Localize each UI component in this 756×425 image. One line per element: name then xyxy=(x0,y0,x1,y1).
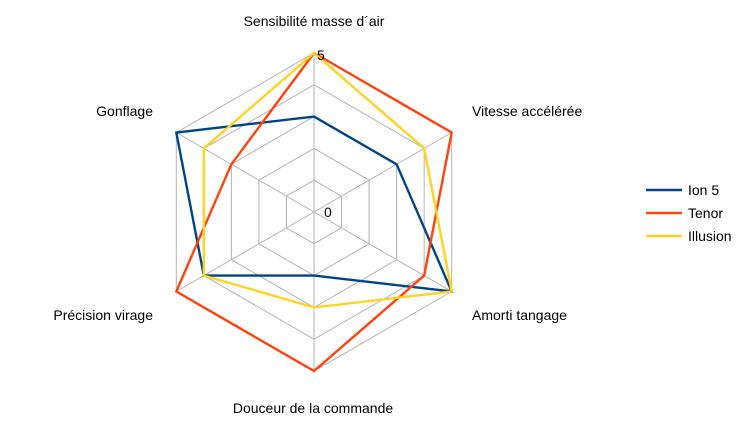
tick-label-min: 0 xyxy=(324,204,332,220)
tick-labels: 05 xyxy=(317,47,332,220)
radar-grid xyxy=(175,52,453,372)
grid-spoke xyxy=(313,211,452,292)
radar-chart: Sensibilité masse d´air Vitesse accélérée… xyxy=(53,13,732,416)
axis-label: Précision virage xyxy=(53,307,153,323)
axis-label: Sensibilité masse d´air xyxy=(244,13,385,29)
legend: Ion 5 Tenor Illusion xyxy=(646,182,732,244)
axis-label: Gonflage xyxy=(96,103,153,119)
legend-label: Illusion xyxy=(688,228,732,244)
legend-label: Tenor xyxy=(688,205,723,221)
grid-spoke xyxy=(176,211,315,292)
grid-spoke xyxy=(313,132,452,213)
tick-label-max: 5 xyxy=(317,47,325,63)
axis-label: Amorti tangage xyxy=(472,307,567,323)
axis-label: Vitesse accélérée xyxy=(472,103,582,119)
legend-label: Ion 5 xyxy=(688,182,719,198)
series-line-illusion xyxy=(202,51,454,309)
axis-label: Douceur de la commande xyxy=(233,400,394,416)
